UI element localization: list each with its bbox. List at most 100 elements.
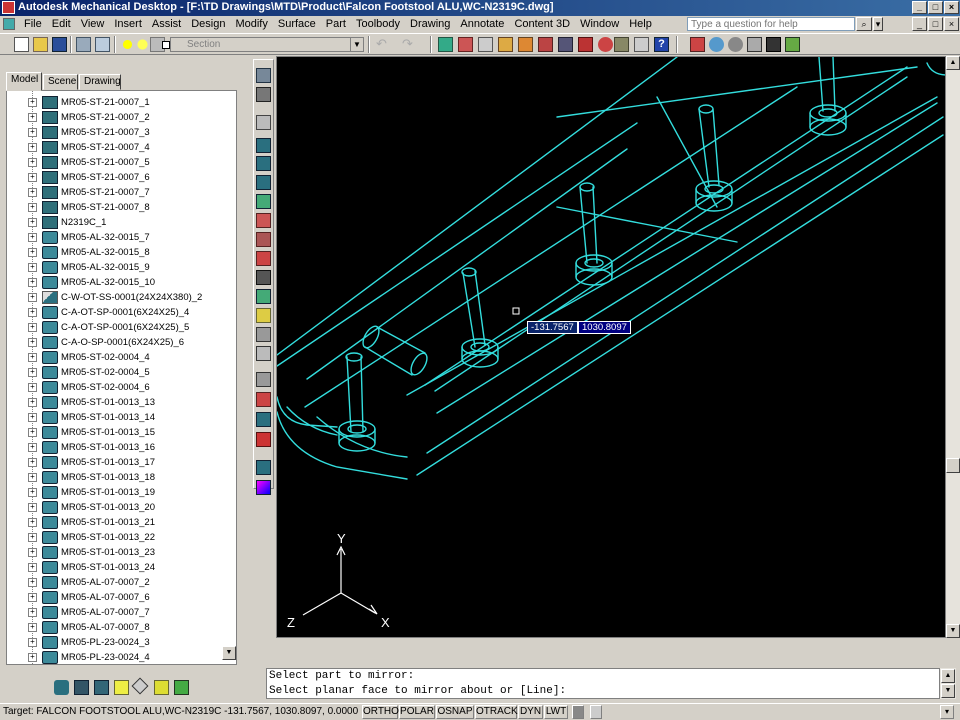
insert-constraint-icon[interactable]: [256, 432, 271, 447]
tab-scene[interactable]: Scene: [43, 74, 78, 90]
expand-icon[interactable]: +: [28, 548, 37, 557]
lwt-toggle[interactable]: LWT: [544, 705, 568, 719]
grid-icon[interactable]: [478, 37, 493, 52]
tree-item[interactable]: + MR05-PL-23-0024_3: [7, 635, 227, 650]
expand-icon[interactable]: +: [28, 203, 37, 212]
zoom-realtime-icon[interactable]: [709, 37, 724, 52]
dynamic-input-x[interactable]: -131.7567: [527, 321, 578, 334]
profile-icon[interactable]: [256, 87, 271, 102]
tree-item[interactable]: + N2319C_1: [7, 215, 227, 230]
assembly-icon[interactable]: [74, 680, 89, 695]
update-assembly-icon[interactable]: [131, 677, 149, 695]
expand-icon[interactable]: +: [28, 233, 37, 242]
tree-item[interactable]: + MR05-ST-01-0013_23: [7, 545, 227, 560]
tree-item[interactable]: + MR05-ST-02-0004_4: [7, 350, 227, 365]
tree-item[interactable]: + MR05-AL-07-0007_7: [7, 605, 227, 620]
menu-part[interactable]: Part: [321, 16, 351, 33]
zoom-window-icon[interactable]: [728, 37, 743, 52]
edit-feature-icon[interactable]: [256, 327, 271, 342]
dynamic-input-y[interactable]: 1030.8097: [578, 321, 631, 334]
expand-icon[interactable]: +: [28, 323, 37, 332]
expand-icon[interactable]: +: [28, 653, 37, 662]
pan-icon[interactable]: [438, 37, 453, 52]
save-icon[interactable]: [52, 37, 67, 52]
dyn-toggle[interactable]: DYN: [518, 705, 543, 719]
expand-icon[interactable]: +: [28, 143, 37, 152]
tree-item[interactable]: + MR05-AL-07-0007_2: [7, 575, 227, 590]
open-file-icon[interactable]: [33, 37, 48, 52]
expand-icon[interactable]: +: [28, 413, 37, 422]
layer-manager-icon[interactable]: [95, 37, 110, 52]
help-search-input[interactable]: [687, 17, 855, 31]
model-paper-icon[interactable]: [572, 705, 584, 719]
assembly-constraint-icon[interactable]: [256, 372, 271, 387]
tab-drawing[interactable]: Drawing: [79, 74, 121, 90]
tree-item[interactable]: + MR05-ST-01-0013_18: [7, 470, 227, 485]
expand-icon[interactable]: +: [28, 473, 37, 482]
tree-item[interactable]: + MR05-ST-01-0013_14: [7, 410, 227, 425]
menu-surface[interactable]: Surface: [273, 16, 321, 33]
render-icon[interactable]: [256, 480, 271, 495]
document-icon[interactable]: [3, 18, 15, 30]
scene-icon[interactable]: [94, 680, 109, 695]
command-line[interactable]: Select part to mirror: Select planar fac…: [266, 668, 940, 699]
status-menu-icon[interactable]: ▾: [940, 705, 954, 719]
expand-icon[interactable]: +: [28, 563, 37, 572]
status-tray-icon[interactable]: [590, 705, 602, 719]
tree-item[interactable]: + MR05-ST-01-0013_16: [7, 440, 227, 455]
osnap-toggle[interactable]: OSNAP: [436, 705, 474, 719]
expand-icon[interactable]: +: [28, 383, 37, 392]
tree-item[interactable]: + MR05-AL-07-0007_8: [7, 620, 227, 635]
tree-item[interactable]: + MR05-AL-32-0015_9: [7, 260, 227, 275]
tree-scroll-down-button[interactable]: ▼: [222, 646, 236, 660]
constraint-icon[interactable]: [538, 37, 553, 52]
help-icon[interactable]: ?: [654, 37, 669, 52]
expand-icon[interactable]: +: [28, 608, 37, 617]
ortho-toggle[interactable]: ORTHO: [362, 705, 399, 719]
scroll-down-button[interactable]: ▼: [946, 624, 960, 638]
chevron-down-icon[interactable]: ▼: [350, 38, 363, 51]
tree-item[interactable]: + MR05-ST-01-0013_24: [7, 560, 227, 575]
measure-icon[interactable]: [614, 37, 629, 52]
pattern-icon[interactable]: [256, 289, 271, 304]
tree-item[interactable]: + MR05-ST-01-0013_22: [7, 530, 227, 545]
new-file-icon[interactable]: [14, 37, 29, 52]
options-icon[interactable]: [174, 680, 189, 695]
viewport-vertical-scrollbar[interactable]: ▲ ▼: [946, 56, 960, 638]
menu-content-3d[interactable]: Content 3D: [509, 16, 575, 33]
undo-icon[interactable]: ↶: [376, 37, 391, 52]
expand-icon[interactable]: +: [28, 278, 37, 287]
tree-item[interactable]: + MR05-AL-32-0015_8: [7, 245, 227, 260]
viewport-horizontal-scrollbar[interactable]: [276, 638, 946, 653]
polar-toggle[interactable]: POLAR: [399, 705, 435, 719]
filter-icon[interactable]: [154, 680, 169, 695]
revolve-icon[interactable]: [256, 138, 271, 153]
tree-item[interactable]: + MR05-ST-21-0007_2: [7, 110, 227, 125]
redo-icon[interactable]: ↷: [402, 37, 417, 52]
feature-icon[interactable]: [578, 37, 593, 52]
doc-close-button[interactable]: ×: [944, 17, 959, 31]
otrack-toggle[interactable]: OTRACK: [475, 705, 518, 719]
extrude-icon[interactable]: [256, 115, 271, 130]
cmd-scroll-down-button[interactable]: ▼: [941, 684, 955, 698]
menu-modify[interactable]: Modify: [230, 16, 272, 33]
expand-icon[interactable]: +: [28, 443, 37, 452]
expand-icon[interactable]: +: [28, 638, 37, 647]
expand-icon[interactable]: +: [28, 158, 37, 167]
new-sketch-icon[interactable]: [256, 68, 271, 83]
sweep-icon[interactable]: [256, 156, 271, 171]
expand-icon[interactable]: +: [28, 503, 37, 512]
expand-icon[interactable]: +: [28, 428, 37, 437]
plot-icon[interactable]: [76, 37, 91, 52]
close-button[interactable]: ×: [944, 1, 959, 14]
tree-item[interactable]: + MR05-ST-01-0013_19: [7, 485, 227, 500]
menu-design[interactable]: Design: [186, 16, 230, 33]
mate-icon[interactable]: [256, 392, 271, 407]
shade-icon[interactable]: [785, 37, 800, 52]
chamfer-icon[interactable]: [256, 251, 271, 266]
menu-toolbody[interactable]: Toolbody: [351, 16, 405, 33]
update-part-icon[interactable]: [256, 346, 271, 361]
tree-item[interactable]: + C-A-O-SP-0001(6X24X25)_6: [7, 335, 227, 350]
menu-file[interactable]: File: [19, 16, 47, 33]
views-icon[interactable]: [766, 37, 781, 52]
